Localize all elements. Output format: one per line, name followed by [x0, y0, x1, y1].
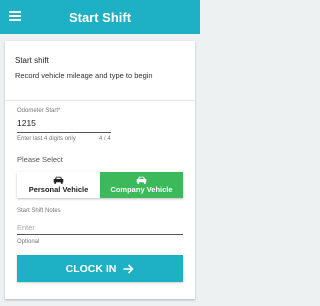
app-bar: Start Shift — [0, 0, 200, 34]
odometer-helper-text: Enter last 4 digits only — [17, 136, 76, 142]
clock-in-label: CLOCK IN — [65, 262, 117, 275]
car-icon — [53, 176, 64, 184]
start-shift-card: Start shift Record vehicle mileage and t… — [5, 41, 195, 299]
card-subtitle: Record vehicle mileage and type to begin — [15, 71, 153, 80]
card-title: Start shift — [15, 56, 49, 65]
hamburger-menu-icon[interactable] — [9, 11, 21, 21]
odometer-label: Odometer Start* — [17, 108, 61, 114]
personal-vehicle-label: Personal Vehicle — [28, 185, 89, 194]
company-vehicle-label: Company Vehicle — [110, 185, 173, 194]
odometer-input[interactable] — [17, 118, 127, 128]
vehicle-select-label: Please Select — [17, 155, 63, 164]
page-title: Start Shift — [68, 9, 132, 25]
notes-input[interactable] — [17, 220, 183, 234]
notes-underline — [17, 234, 183, 235]
arrow-right-icon — [123, 263, 135, 274]
clock-in-button[interactable]: CLOCK IN — [17, 255, 183, 282]
odometer-char-counter: 4 / 4 — [99, 136, 111, 142]
personal-vehicle-button[interactable]: Personal Vehicle — [17, 172, 100, 198]
card-header: Start shift Record vehicle mileage and t… — [5, 41, 195, 101]
notes-label: Start Shift Notes — [17, 208, 61, 214]
odometer-underline — [17, 132, 111, 133]
company-vehicle-button[interactable]: Company Vehicle — [100, 172, 183, 198]
notes-helper-text: Optional — [17, 239, 40, 245]
car-icon — [136, 176, 147, 184]
vehicle-type-toggle: Personal Vehicle Company Vehicle — [17, 172, 183, 198]
